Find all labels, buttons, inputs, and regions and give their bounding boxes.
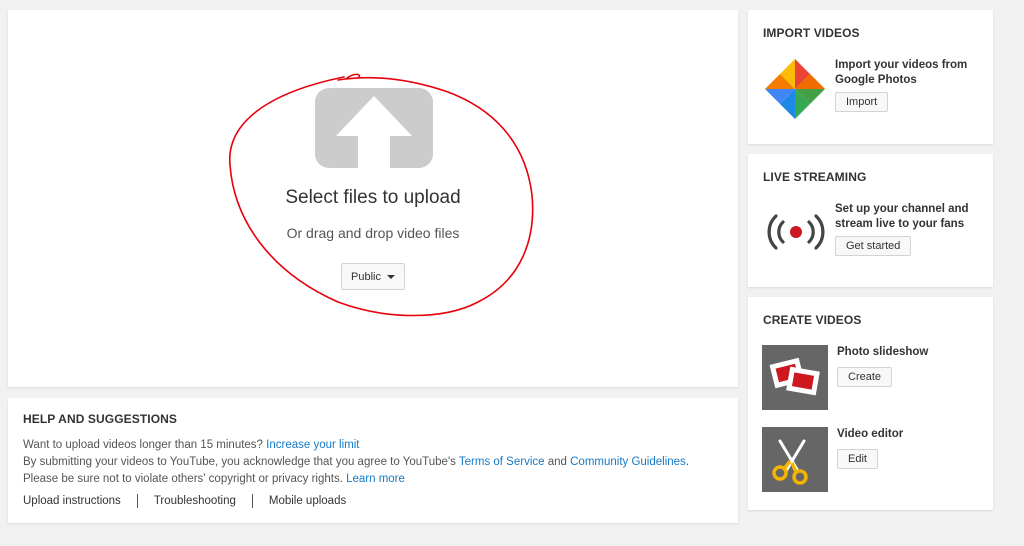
help-line-terms: By submitting your videos to YouTube, yo… — [23, 454, 723, 471]
chevron-down-icon — [386, 274, 395, 279]
edit-button[interactable]: Edit — [837, 449, 878, 469]
privacy-dropdown[interactable]: Public — [341, 263, 405, 290]
import-button[interactable]: Import — [835, 92, 889, 112]
help-terms-text: By submitting your videos to YouTube, yo… — [23, 456, 456, 468]
mobile-uploads-link[interactable]: Mobile uploads — [251, 494, 362, 508]
help-and-text: and — [547, 456, 567, 468]
increase-limit-link[interactable]: Increase your limit — [266, 439, 359, 451]
help-copyright-text: Please be sure not to violate others' co… — [23, 473, 343, 485]
help-period: . — [685, 456, 690, 468]
create-videos-panel: CREATE VIDEOS Photo slideshow Create Vid… — [748, 297, 993, 510]
help-limit-text: Want to upload videos longer than 15 min… — [23, 439, 263, 451]
privacy-value: Public — [351, 270, 381, 283]
troubleshooting-link[interactable]: Troubleshooting — [136, 494, 252, 508]
learn-more-link[interactable]: Learn more — [346, 473, 405, 485]
google-photos-icon — [765, 59, 825, 119]
live-row: Set up your channel and stream live to y… — [835, 202, 985, 256]
get-started-button[interactable]: Get started — [835, 236, 912, 256]
help-links: Upload instructions Troubleshooting Mobi… — [23, 494, 723, 508]
terms-of-service-link[interactable]: Terms of Service — [459, 456, 545, 468]
live-broadcast-icon — [767, 214, 825, 250]
live-description: Set up your channel and stream live to y… — [835, 203, 969, 230]
import-description: Import your videos from Google Photos — [835, 59, 968, 86]
video-editor-row: Video editor Edit — [762, 427, 903, 492]
import-videos-panel: IMPORT VIDEOS Import your videos from Go… — [748, 10, 993, 144]
upload-title[interactable]: Select files to upload — [8, 187, 738, 209]
community-guidelines-link[interactable]: Community Guidelines — [570, 456, 686, 468]
help-suggestions-panel: HELP AND SUGGESTIONS Want to upload vide… — [8, 398, 738, 523]
video-editor-label: Video editor — [837, 428, 904, 440]
scissors-icon[interactable] — [762, 427, 828, 492]
drag-drop-hint: Or drag and drop video files — [286, 225, 460, 241]
help-line-limit: Want to upload videos longer than 15 min… — [23, 437, 723, 454]
upload-arrow-icon[interactable] — [315, 88, 433, 168]
photo-slideshow-label: Photo slideshow — [837, 346, 929, 358]
help-heading: HELP AND SUGGESTIONS — [23, 412, 178, 426]
help-line-copyright: Please be sure not to violate others' co… — [23, 471, 723, 488]
import-heading: IMPORT VIDEOS — [763, 26, 860, 40]
live-streaming-panel: LIVE STREAMING Set up your channel and s… — [748, 154, 993, 287]
create-heading: CREATE VIDEOS — [763, 313, 862, 327]
slideshow-icon[interactable] — [762, 345, 828, 410]
live-heading: LIVE STREAMING — [763, 170, 867, 184]
upload-instructions-link[interactable]: Upload instructions — [23, 494, 137, 508]
upload-panel[interactable]: Select files to upload Or drag and drop … — [8, 10, 738, 387]
photo-slideshow-row: Photo slideshow Create — [762, 345, 928, 410]
create-button[interactable]: Create — [837, 367, 893, 387]
import-row: Import your videos from Google Photos Im… — [835, 58, 985, 112]
